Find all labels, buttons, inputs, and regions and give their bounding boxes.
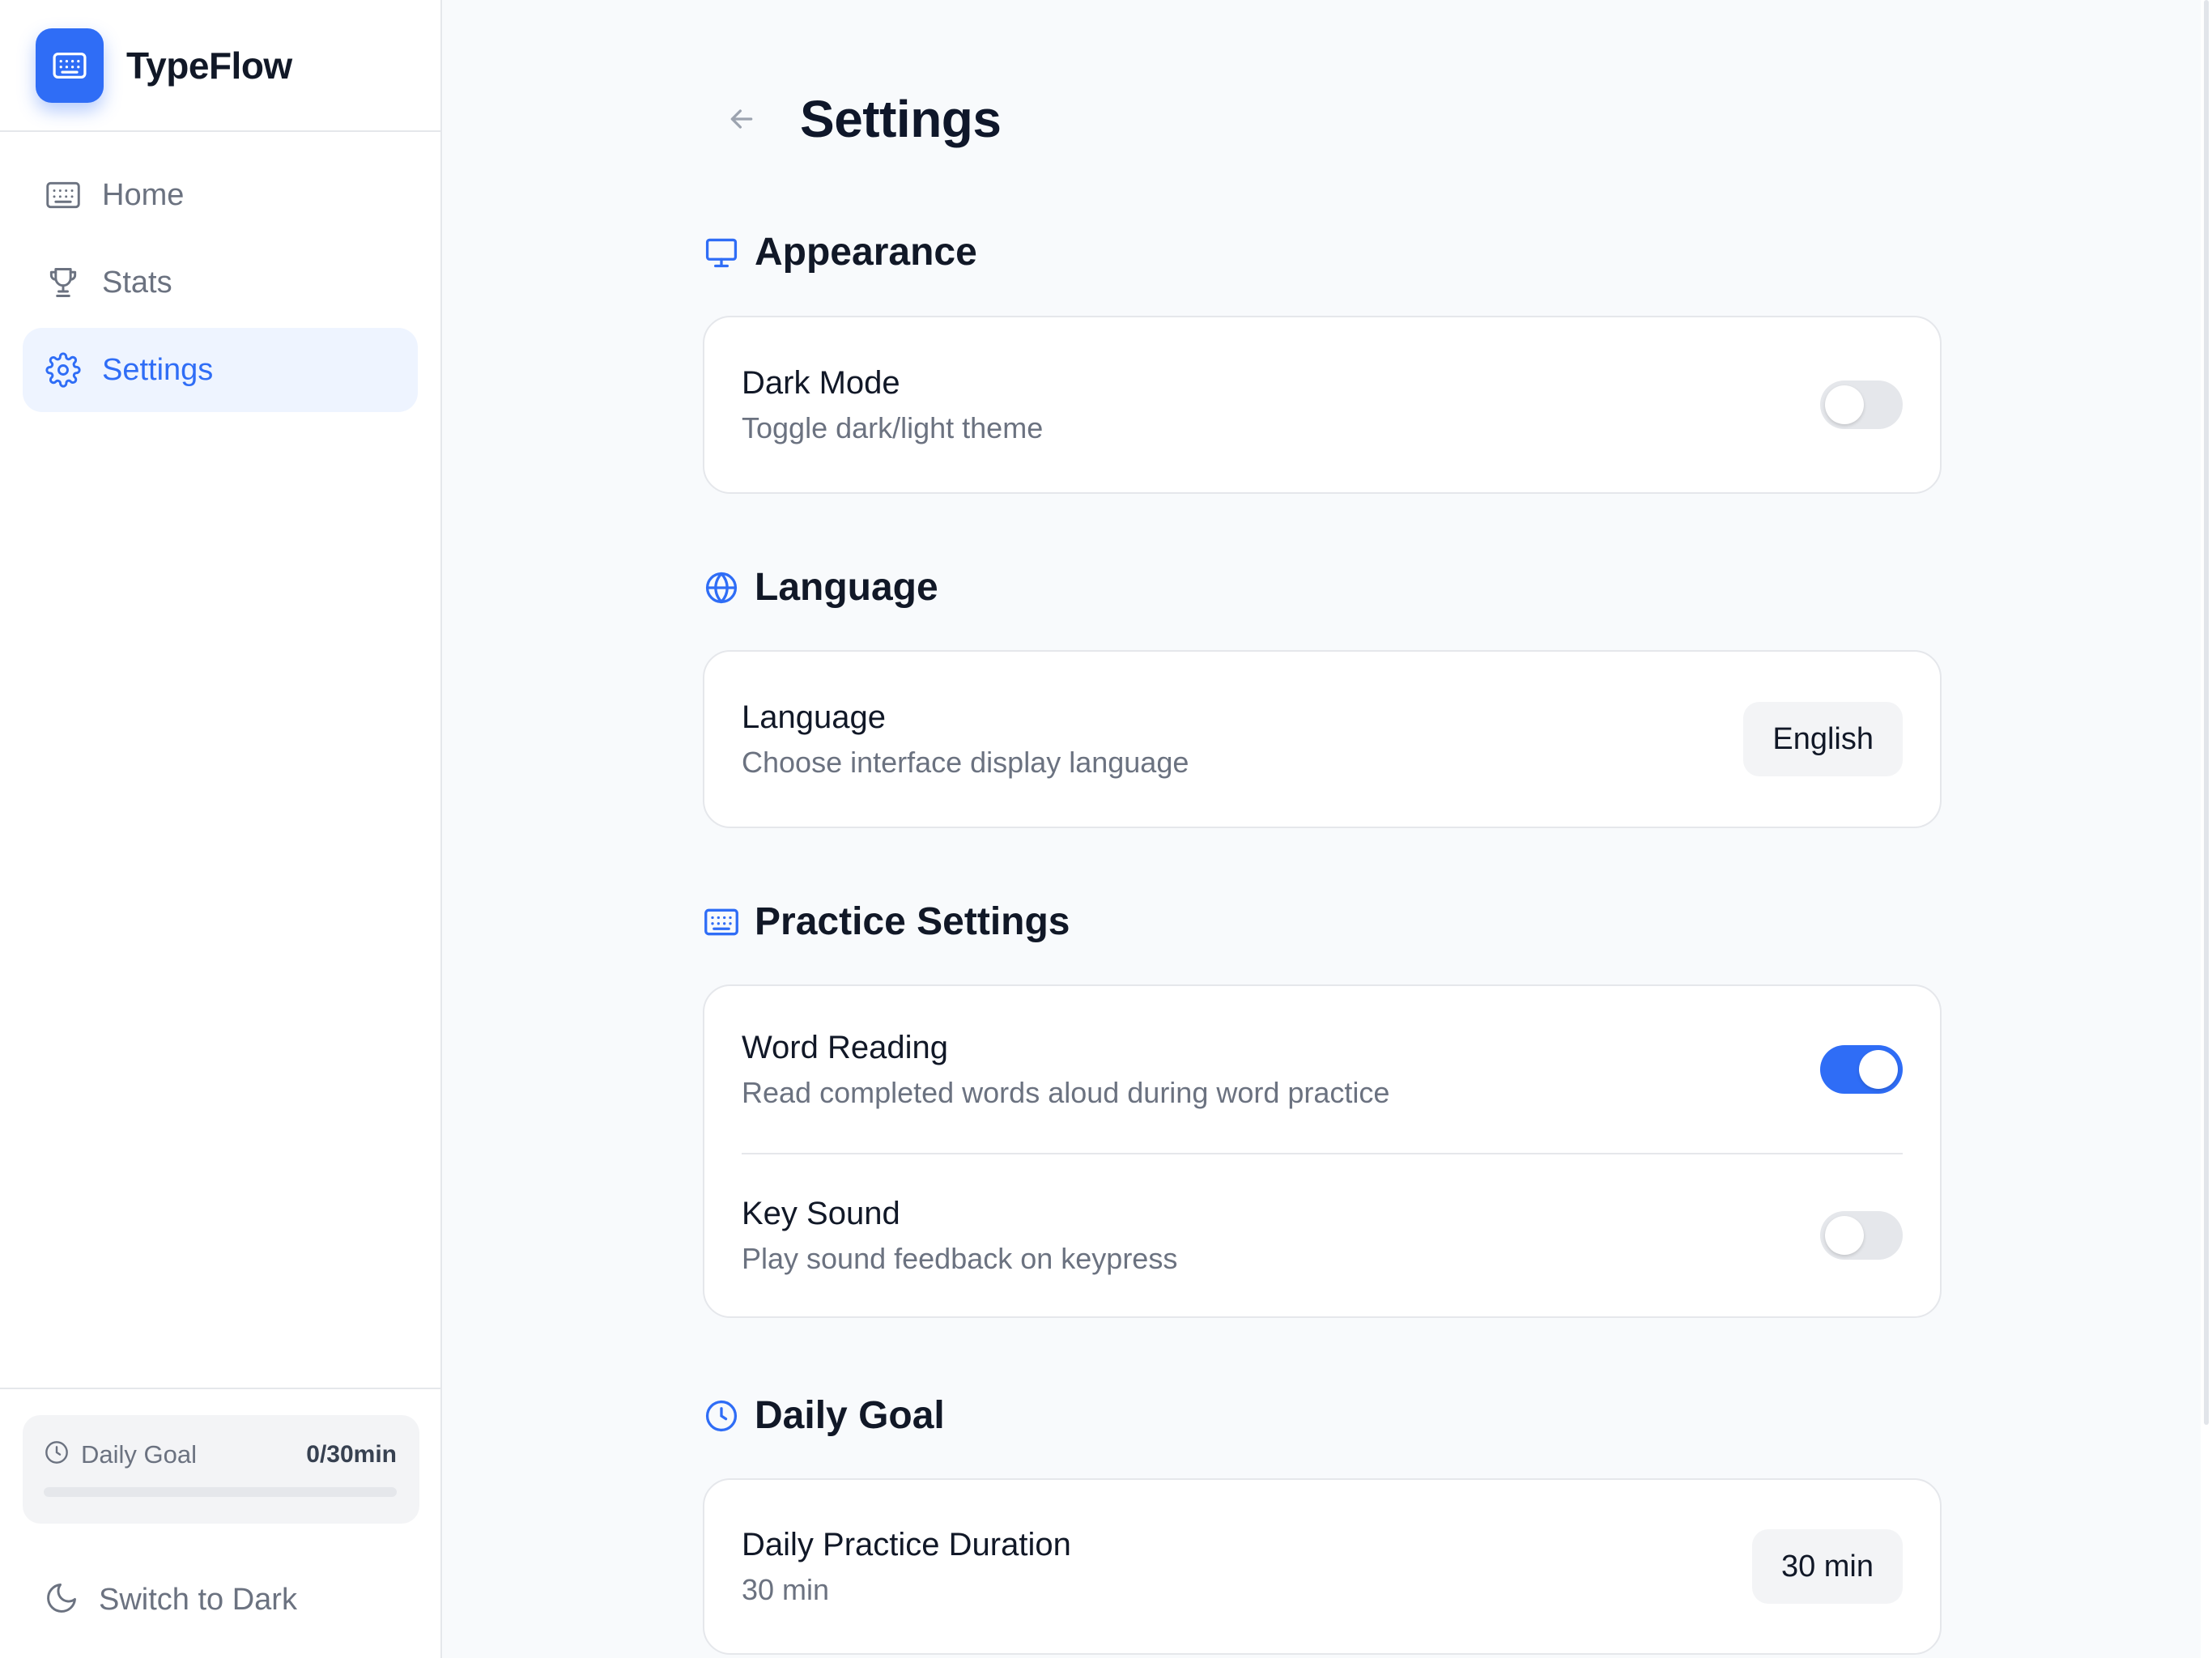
monitor-icon bbox=[703, 234, 740, 271]
sidebar-item-label: Stats bbox=[102, 265, 172, 300]
daily-goal-label: Daily Goal bbox=[81, 1439, 197, 1469]
daily-goal-title: Daily Goal bbox=[755, 1394, 945, 1437]
key-sound-row: Key Sound Play sound feedback on keypres… bbox=[742, 1153, 1903, 1316]
toggle-knob bbox=[1825, 1216, 1864, 1255]
keyboard-icon bbox=[703, 903, 740, 941]
switch-theme-label: Switch to Dark bbox=[99, 1583, 297, 1617]
key-sound-toggle[interactable] bbox=[1820, 1211, 1903, 1260]
moon-icon bbox=[44, 1580, 79, 1620]
daily-duration-text: Daily Practice Duration 30 min bbox=[742, 1527, 1071, 1607]
key-sound-title: Key Sound bbox=[742, 1195, 900, 1231]
daily-goal-heading: Daily Goal bbox=[44, 1439, 197, 1469]
sidebar-item-home[interactable]: Home bbox=[23, 153, 418, 237]
language-section-title: Language bbox=[703, 565, 938, 610]
gear-icon bbox=[44, 351, 83, 389]
language-row: Language Choose interface display langua… bbox=[704, 652, 1940, 827]
dark-mode-row: Dark Mode Toggle dark/light theme bbox=[704, 317, 1940, 492]
brand: TypeFlow bbox=[0, 0, 440, 132]
key-sound-description: Play sound feedback on keypress bbox=[742, 1241, 1178, 1275]
sidebar-footer: Daily Goal 0/30min Switch to Dark bbox=[0, 1388, 440, 1658]
daily-goal-settings-card: Daily Practice Duration 30 min 30 min bbox=[703, 1478, 1942, 1655]
daily-duration-title: Daily Practice Duration bbox=[742, 1526, 1071, 1562]
switch-theme-button[interactable]: Switch to Dark bbox=[44, 1580, 297, 1620]
dark-mode-toggle[interactable] bbox=[1820, 380, 1903, 429]
appearance-section-title: Appearance bbox=[703, 230, 977, 274]
clock-icon bbox=[703, 1397, 740, 1435]
sidebar-item-settings[interactable]: Settings bbox=[23, 328, 418, 412]
language-text: Language Choose interface display langua… bbox=[742, 699, 1189, 780]
practice-title: Practice Settings bbox=[755, 900, 1070, 943]
sidebar-item-label: Settings bbox=[102, 352, 214, 387]
appearance-title: Appearance bbox=[755, 231, 977, 274]
word-reading-row: Word Reading Read completed words aloud … bbox=[704, 986, 1940, 1153]
language-card: Language Choose interface display langua… bbox=[703, 650, 1942, 828]
practice-section-title: Practice Settings bbox=[703, 899, 1070, 944]
daily-goal-progress-bar bbox=[44, 1487, 397, 1497]
daily-goal-section-title: Daily Goal bbox=[703, 1393, 945, 1438]
key-sound-text: Key Sound Play sound feedback on keypres… bbox=[742, 1196, 1177, 1276]
daily-goal-value: 0/30min bbox=[306, 1440, 397, 1468]
practice-card: Word Reading Read completed words aloud … bbox=[703, 984, 1942, 1318]
daily-duration-description: 30 min bbox=[742, 1572, 830, 1606]
clock-icon bbox=[44, 1439, 70, 1469]
word-reading-title: Word Reading bbox=[742, 1029, 948, 1065]
keyboard-icon bbox=[36, 28, 104, 103]
daily-duration-select-button[interactable]: 30 min bbox=[1751, 1529, 1903, 1604]
dark-mode-text: Dark Mode Toggle dark/light theme bbox=[742, 365, 1043, 445]
scrollbar[interactable] bbox=[2201, 0, 2212, 1658]
trophy-icon bbox=[44, 263, 83, 302]
language-section-label: Language bbox=[755, 566, 938, 609]
dark-mode-title: Dark Mode bbox=[742, 364, 900, 401]
sidebar: TypeFlow Home Stats Settings Daily Goal … bbox=[0, 0, 442, 1658]
app-window: TypeFlow Home Stats Settings Daily Goal … bbox=[0, 0, 2212, 1658]
app-name: TypeFlow bbox=[126, 44, 292, 87]
language-setting-description: Choose interface display language bbox=[742, 745, 1189, 779]
language-setting-title: Language bbox=[742, 699, 886, 735]
scrollbar-thumb[interactable] bbox=[2204, 0, 2209, 1425]
daily-goal-card: Daily Goal 0/30min bbox=[23, 1415, 419, 1524]
sidebar-item-label: Home bbox=[102, 177, 185, 212]
main-content: Settings Appearance Dark Mode Toggle dar… bbox=[442, 0, 2183, 1658]
page-header: Settings bbox=[717, 89, 1002, 149]
daily-goal-row: Daily Goal 0/30min bbox=[44, 1439, 397, 1469]
appearance-card: Dark Mode Toggle dark/light theme bbox=[703, 316, 1942, 494]
language-select-button[interactable]: English bbox=[1743, 702, 1903, 776]
dark-mode-description: Toggle dark/light theme bbox=[742, 410, 1044, 444]
word-reading-description: Read completed words aloud during word p… bbox=[742, 1075, 1390, 1109]
word-reading-toggle[interactable] bbox=[1820, 1045, 1903, 1094]
toggle-knob bbox=[1859, 1050, 1898, 1089]
sidebar-nav: Home Stats Settings bbox=[0, 132, 440, 412]
page-title: Settings bbox=[800, 90, 1002, 148]
word-reading-text: Word Reading Read completed words aloud … bbox=[742, 1030, 1389, 1110]
arrow-left-icon bbox=[730, 109, 753, 129]
sidebar-item-stats[interactable]: Stats bbox=[23, 240, 418, 325]
daily-duration-row: Daily Practice Duration 30 min 30 min bbox=[704, 1480, 1940, 1653]
keyboard-icon bbox=[44, 176, 83, 215]
toggle-knob bbox=[1825, 385, 1864, 424]
back-button[interactable] bbox=[717, 95, 766, 143]
globe-icon bbox=[703, 569, 740, 606]
